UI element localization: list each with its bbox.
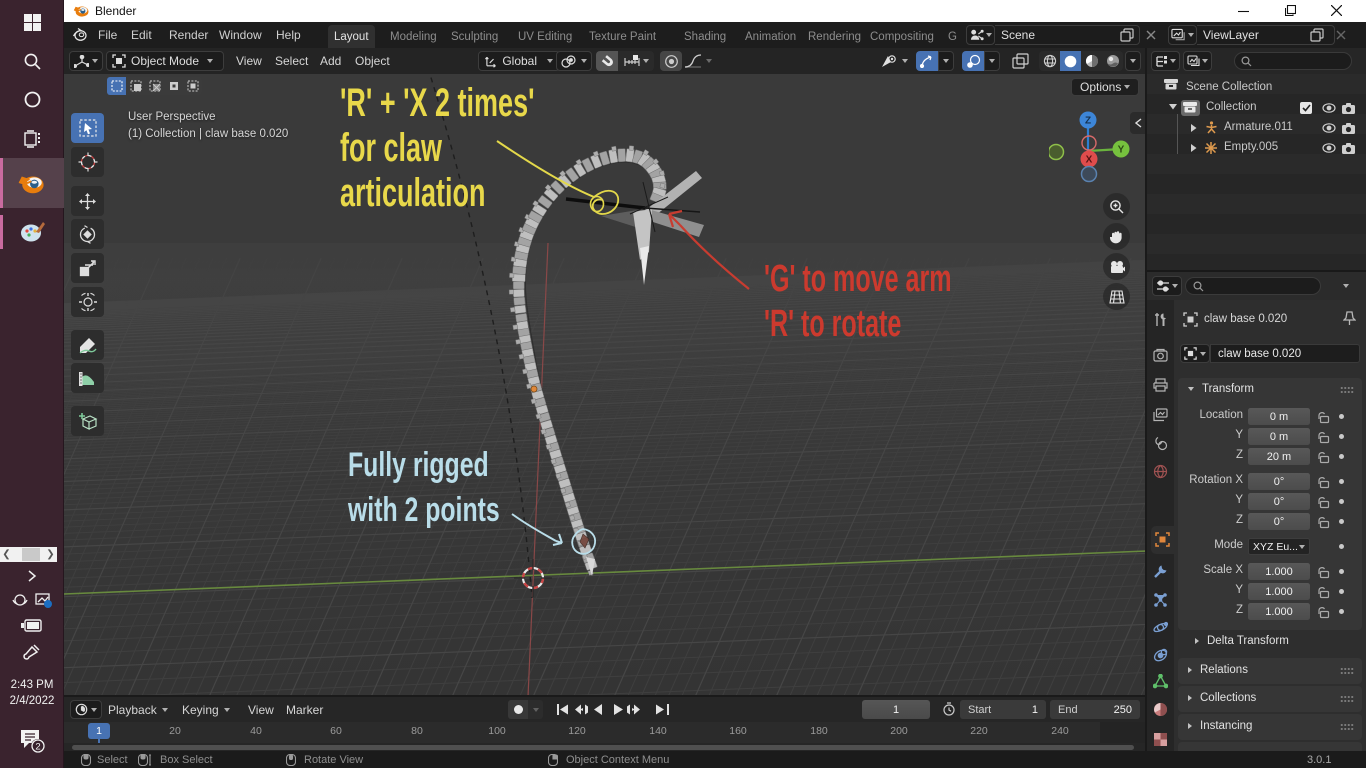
svg-text:2: 2 (35, 742, 40, 753)
svg-text:X: X (1086, 155, 1093, 166)
svg-text:Z: Z (1085, 116, 1091, 127)
svg-text:Y: Y (1118, 145, 1125, 156)
